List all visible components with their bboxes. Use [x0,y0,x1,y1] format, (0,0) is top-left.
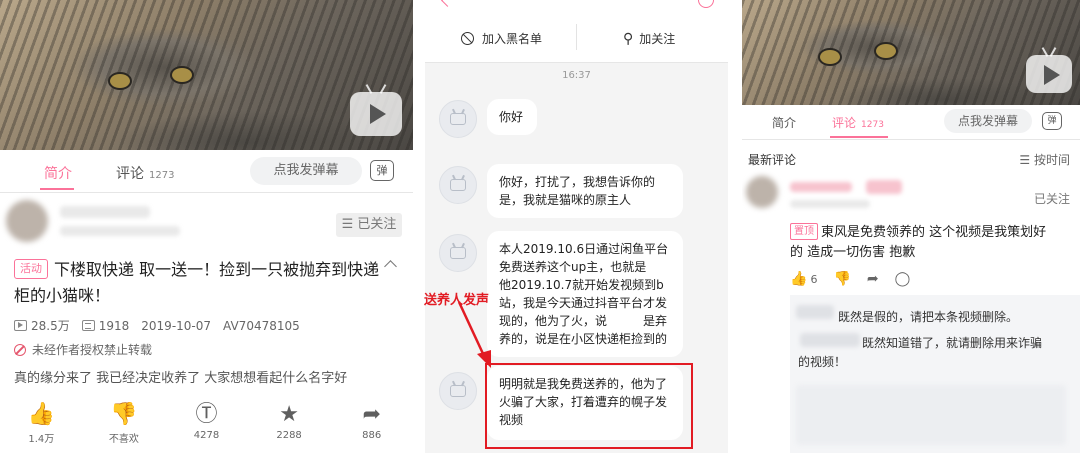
like-button[interactable]: 👍 1.4万 [0,400,83,445]
uploader-name-blurred [60,206,150,218]
uploader-info-blurred [60,226,180,236]
private-message-panel: 加入黑名单 ⚲ 加关注 16:37 你好 你好，打扰了，我想告诉你的是，我就是猫咪… [425,0,728,453]
follow-button[interactable]: ⚲ 加关注 [623,30,675,47]
reply-user-blurred [796,305,834,319]
activity-tag[interactable]: 活动 [14,259,48,279]
message-bubble: 你好 [487,99,537,135]
tab-intro[interactable]: 简介 [44,163,72,183]
favorite-button[interactable]: ★ 2288 [248,400,331,445]
comment-actions: 👍 6 👎 ➦ ◯ [790,271,926,287]
message-bubble: 本人2019.10.6日通过闲鱼平台免费送养这个up主，也就是 他2019.10… [487,231,683,357]
sender-avatar[interactable] [439,166,477,204]
blacklist-button[interactable]: 加入黑名单 [461,30,542,47]
share-icon: ➦ [362,402,381,427]
avatar[interactable] [6,200,48,242]
comments-panel: 简介 评论 1273 点我发弹幕 弹 最新评论 ☰ 按时间 已关注 置顶 東风是免费… [742,0,1080,453]
highlight-box [485,363,693,449]
pinned-comment: 置顶 東风是免费领养的 这个视频是我策划好的 造成一切伤害 抱歉 [790,223,1047,260]
back-icon[interactable] [441,0,454,7]
video-thumbnail[interactable] [0,0,413,150]
tab-intro[interactable]: 简介 [772,114,796,131]
tab-bar: 简介 评论 1273 点我发弹幕 弹 [0,150,413,193]
reply-user-blurred [800,333,860,347]
level-badge-blurred [866,180,902,194]
add-user-icon: ⚲ [623,31,634,47]
reply-text: 既然知道错了，就请删除用来诈骗 [862,336,1043,350]
comment-time-blurred [790,200,870,208]
danmaku-count-icon [81,320,95,331]
cat-eye [170,66,194,84]
more-replies-blurred [796,385,1066,445]
coin-button[interactable]: Ⓣ 4278 [165,400,248,445]
video-description: 真的缘分来了 我已经决定收养了 大家想想看起什么名字好 [14,371,348,386]
comment-count: 1273 [149,170,175,181]
chevron-up-icon[interactable] [384,260,397,273]
tab-bar: 简介 评论 1273 点我发弹幕 弹 [742,105,1080,140]
action-bar: 👍 1.4万 👎 不喜欢 Ⓣ 4278 ★ 2288 ➦ 886 [0,400,413,445]
sender-avatar[interactable] [439,234,477,272]
followed-button[interactable]: ☰ 已关注 [336,213,402,237]
star-icon: ★ [279,402,299,427]
danmaku-input[interactable]: 点我发弹幕 [944,109,1032,133]
reply-text: 既然是假的，请把本条视频删除。 [838,310,1019,324]
dislike-button[interactable]: 👎 不喜欢 [83,400,166,445]
comment-count: 1273 [861,120,884,130]
play-icon[interactable] [1026,55,1072,93]
tab-comments[interactable]: 评论 1273 [832,114,884,131]
block-icon [461,32,474,45]
danmaku-input[interactable]: 点我发弹幕 [250,157,362,185]
tab-comments[interactable]: 评论 1273 [116,163,174,183]
chat-top-bar: 加入黑名单 ⚲ 加关注 [425,0,728,63]
video-thumbnail[interactable] [742,0,1080,105]
followed-status[interactable]: 已关注 [1034,190,1070,207]
annotation-arrow [457,301,491,368]
cat-eye [108,72,132,90]
cat-eye [874,42,898,60]
thumb-up-icon[interactable]: 👍 [790,271,807,287]
divider [576,24,577,50]
repost-notice: 未经作者授权禁止转载 [14,341,164,358]
reply-thread[interactable]: 既然是假的，请把本条视频删除。 既然知道错了，就请删除用来诈骗 的视频！ [790,295,1080,453]
message-bubble: 你好，打扰了，我想告诉你的是，我就是猫咪的原主人 [487,164,683,218]
thumb-down-icon: 👎 [110,402,138,427]
play-count-icon [14,320,27,331]
danmaku-toggle-icon[interactable]: 弹 [370,160,394,181]
commenter-name-blurred [790,182,852,192]
danmaku-toggle-icon[interactable]: 弹 [1042,112,1062,130]
thumb-down-icon[interactable]: 👎 [833,271,850,287]
cat-eye [818,48,842,66]
active-tab-indicator [40,188,74,190]
play-icon[interactable] [350,92,402,136]
thumb-up-icon: 👍 [27,402,55,427]
reply-text: 的视频！ [798,355,847,369]
annotation-label: 送养人发声 [424,293,490,308]
active-tab-indicator [830,136,888,138]
share-button[interactable]: ➦ 886 [330,400,413,445]
like-count: 6 [810,272,818,286]
latest-comments-label: 最新评论 [748,153,797,167]
sender-avatar[interactable] [439,100,477,138]
reply-icon[interactable]: ◯ [895,271,911,287]
sort-by-time-button[interactable]: ☰ 按时间 [1019,151,1070,168]
video-detail-panel: 简介 评论 1273 点我发弹幕 弹 ☰ 已关注 活动 下楼取快递 取一送一！捡到一… [0,0,413,453]
settings-icon[interactable] [698,0,714,8]
coin-icon: Ⓣ [195,402,218,427]
sender-avatar[interactable] [439,372,477,410]
video-title: 活动 下楼取快递 取一送一！捡到一只被抛弃到快递柜的小猫咪！ [14,259,380,305]
share-icon[interactable]: ➦ [867,271,879,287]
no-repost-icon [14,343,26,356]
avatar[interactable] [746,176,778,208]
message-timestamp: 16:37 [562,70,591,81]
pinned-tag: 置顶 [790,223,818,240]
video-stats: 28.5万 1918 2019-10-07 AV70478105 [14,317,312,334]
